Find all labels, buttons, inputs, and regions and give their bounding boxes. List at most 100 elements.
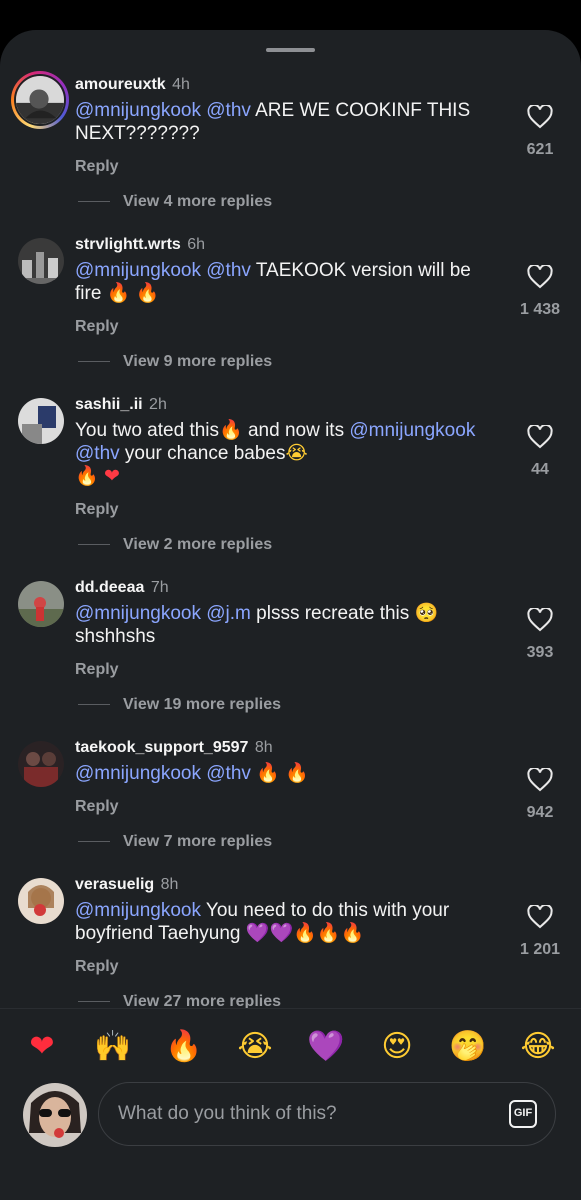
- comment-input[interactable]: What do you think of this? GIF: [98, 1082, 556, 1146]
- mention-link[interactable]: @thv: [75, 443, 120, 464]
- comment-text: @mnijungkook @thv 🔥 🔥: [75, 762, 500, 785]
- avatar[interactable]: [18, 878, 64, 924]
- like-button[interactable]: 942: [505, 768, 575, 822]
- heart-icon: [527, 768, 553, 792]
- fire-emoji-button[interactable]: 🔥: [164, 1027, 204, 1067]
- emoji: 🔥: [75, 465, 99, 487]
- view-more-replies[interactable]: View 7 more replies: [78, 833, 272, 853]
- avatar[interactable]: [18, 398, 64, 444]
- mention-link[interactable]: @mnijungkook: [75, 260, 201, 281]
- reply-button[interactable]: Reply: [75, 798, 119, 816]
- like-button[interactable]: 1 438: [505, 265, 575, 319]
- raising-hands-emoji-button[interactable]: 🙌: [93, 1027, 133, 1067]
- comment-text: You two ated this🔥 and now its @mnijungk…: [75, 419, 500, 488]
- view-more-replies[interactable]: View 9 more replies: [78, 353, 272, 373]
- timestamp: 2h: [149, 396, 167, 413]
- comment-text: @mnijungkook You need to do this with yo…: [75, 899, 500, 945]
- username[interactable]: amoureuxtk: [75, 76, 166, 93]
- comment-text: @mnijungkook @thv TAEKOOK version will b…: [75, 259, 500, 305]
- username[interactable]: taekook_support_9597: [75, 739, 248, 756]
- comment-input-placeholder: What do you think of this?: [118, 1103, 337, 1124]
- reply-button[interactable]: Reply: [75, 958, 119, 976]
- red-heart-emoji-button[interactable]: ❤: [22, 1027, 62, 1067]
- like-count: 1 201: [519, 941, 561, 958]
- emoji: 🔥: [340, 922, 365, 944]
- timestamp: 7h: [150, 579, 169, 596]
- comment-text-segment: and now its: [242, 420, 350, 441]
- like-count: 44: [531, 461, 549, 478]
- comment-text: @mnijungkook @j.m plsss recreate this 🥺 …: [75, 602, 500, 648]
- emoji: 💜: [269, 922, 294, 944]
- view-more-replies[interactable]: View 2 more replies: [78, 536, 272, 556]
- like-count: 393: [526, 644, 554, 661]
- heart-icon: [527, 905, 553, 929]
- emoji: 🔥: [135, 282, 160, 304]
- avatar[interactable]: [11, 71, 69, 129]
- comment-text-segment: shshhshs: [75, 626, 156, 647]
- like-button[interactable]: 621: [505, 105, 575, 159]
- emoji: 🔥: [285, 762, 309, 784]
- timestamp: 4h: [172, 76, 190, 93]
- mention-link[interactable]: @mnijungkook: [75, 763, 201, 784]
- emoji: 🔥: [219, 419, 243, 441]
- avatar[interactable]: [18, 741, 64, 787]
- avatar[interactable]: [18, 238, 64, 284]
- view-more-replies[interactable]: View 19 more replies: [78, 696, 281, 716]
- current-user-avatar: [23, 1083, 87, 1147]
- comment-text-segment: plsss recreate this: [250, 603, 415, 624]
- emoji: 🥺: [414, 602, 439, 624]
- comment-item: sashii_.ii 2h You two ated this🔥 and now…: [0, 396, 581, 558]
- timestamp: 8h: [160, 876, 179, 893]
- heart-icon: [527, 265, 553, 289]
- reply-button[interactable]: Reply: [75, 158, 119, 176]
- heart-icon: [527, 425, 553, 449]
- timestamp: 8h: [254, 739, 273, 756]
- emoji: 💜: [245, 922, 270, 944]
- like-button[interactable]: 1 201: [505, 905, 575, 959]
- like-count: 1 438: [519, 301, 561, 318]
- emoji: 😭: [285, 442, 308, 464]
- like-button[interactable]: 44: [505, 425, 575, 479]
- emoji: 🔥: [316, 922, 341, 944]
- comment-item: dd.deeaa 7h @mnijungkook @j.m plsss recr…: [0, 579, 581, 741]
- mention-link[interactable]: @thv: [206, 100, 251, 121]
- mention-link[interactable]: @thv: [206, 763, 251, 784]
- username[interactable]: strvlightt.wrts: [75, 236, 181, 253]
- reply-button[interactable]: Reply: [75, 501, 119, 519]
- crying-face-emoji-button[interactable]: 😭: [235, 1027, 275, 1067]
- comment-text-segment: You two ated this: [75, 420, 220, 441]
- username[interactable]: sashii_.ii: [75, 396, 143, 413]
- mention-link[interactable]: @j.m: [206, 603, 251, 624]
- heart-eyes-emoji-button[interactable]: 😍: [377, 1027, 417, 1067]
- username[interactable]: verasuelig: [75, 876, 154, 893]
- drag-handle[interactable]: [266, 48, 315, 52]
- mention-link[interactable]: @mnijungkook: [349, 420, 475, 441]
- mention-link[interactable]: @mnijungkook: [75, 603, 201, 624]
- emoji: 🔥: [293, 922, 317, 944]
- emoji: 🔥: [256, 762, 280, 784]
- heart-icon: [527, 105, 553, 129]
- tears-of-joy-emoji-button[interactable]: 😂: [518, 1027, 558, 1067]
- like-count: 621: [526, 141, 554, 158]
- avatar[interactable]: [18, 581, 64, 627]
- quick-reactions: ❤ 🙌 🔥 😭 💜 😍 🤭 😂: [0, 1027, 581, 1067]
- heart-icon: [527, 608, 553, 632]
- reply-button[interactable]: Reply: [75, 661, 119, 679]
- comment-text: @mnijungkook @thv ARE WE COOKINF THIS NE…: [75, 99, 500, 145]
- view-more-replies[interactable]: View 4 more replies: [78, 193, 272, 213]
- comment-item: amoureuxtk 4h @mnijungkook @thv ARE WE C…: [0, 71, 581, 238]
- comment-item: strvlightt.wrts 6h @mnijungkook @thv TAE…: [0, 236, 581, 398]
- gif-button[interactable]: GIF: [509, 1100, 537, 1128]
- purple-heart-emoji-button[interactable]: 💜: [306, 1027, 346, 1067]
- hand-over-mouth-emoji-button[interactable]: 🤭: [448, 1027, 488, 1067]
- mention-link[interactable]: @thv: [206, 260, 251, 281]
- emoji: ❤: [103, 465, 120, 487]
- mention-link[interactable]: @mnijungkook: [75, 900, 201, 921]
- like-button[interactable]: 393: [505, 608, 575, 662]
- comment-composer: ❤ 🙌 🔥 😭 💜 😍 🤭 😂 What do you think of thi…: [0, 1008, 581, 1200]
- mention-link[interactable]: @mnijungkook: [75, 100, 201, 121]
- reply-button[interactable]: Reply: [75, 318, 119, 336]
- timestamp: 6h: [187, 236, 206, 253]
- username[interactable]: dd.deeaa: [75, 579, 144, 596]
- emoji: 🔥: [106, 282, 131, 304]
